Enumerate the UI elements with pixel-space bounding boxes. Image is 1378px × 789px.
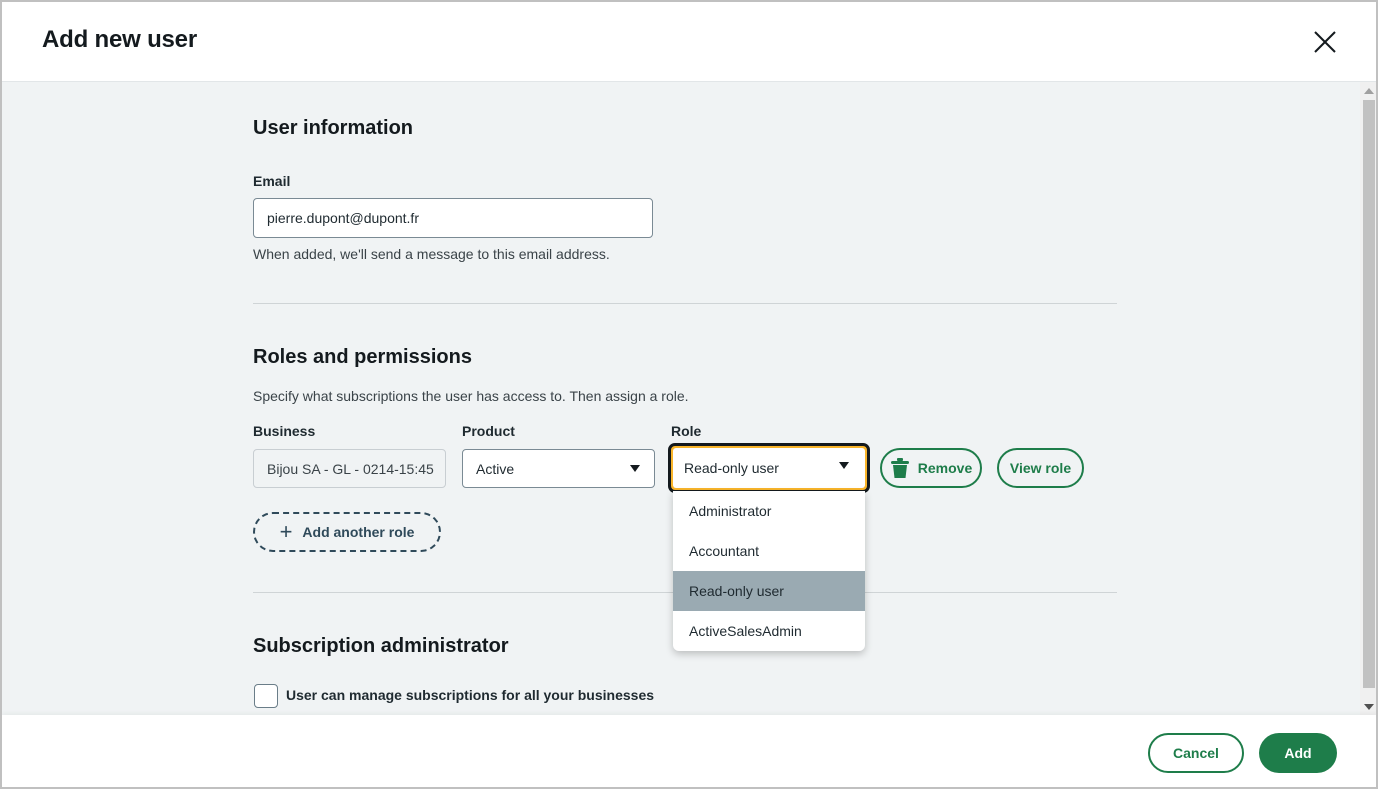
scroll-down-arrow-icon[interactable] — [1364, 704, 1374, 710]
role-select-inner: Read-only user — [673, 448, 865, 488]
view-role-label: View role — [1009, 460, 1072, 476]
cancel-button[interactable]: Cancel — [1148, 733, 1244, 773]
product-select[interactable]: Active — [462, 449, 655, 488]
add-another-role-label: Add another role — [302, 524, 415, 540]
close-button[interactable] — [1310, 27, 1340, 57]
email-label: Email — [253, 173, 291, 189]
product-value: Active — [476, 460, 515, 477]
add-another-role-button[interactable]: + Add another role — [253, 512, 441, 552]
add-user-dialog: Add new user User information Email pier… — [0, 0, 1378, 789]
role-select[interactable]: Read-only user — [668, 443, 870, 493]
remove-role-button[interactable]: Remove — [880, 448, 982, 488]
role-option-activesalesadmin[interactable]: ActiveSalesAdmin — [673, 611, 865, 651]
chevron-down-icon — [630, 465, 640, 472]
dialog-content: User information Email pierre.dupont@dup… — [2, 82, 1360, 715]
business-value: Bijou SA - GL - 0214-15:45 — [267, 460, 434, 477]
dialog-title: Add new user — [42, 26, 197, 53]
manage-subscriptions-label[interactable]: User can manage subscriptions for all yo… — [286, 687, 654, 703]
business-field: Bijou SA - GL - 0214-15:45 — [253, 449, 446, 488]
trash-icon — [890, 458, 909, 478]
role-value: Read-only user — [684, 460, 779, 476]
close-icon — [1314, 31, 1336, 53]
vertical-scrollbar[interactable] — [1360, 82, 1376, 715]
plus-icon: + — [279, 519, 293, 544]
role-option-administrator[interactable]: Administrator — [673, 491, 865, 531]
subscription-admin-heading: Subscription administrator — [253, 635, 509, 657]
role-dropdown-menu: Administrator Accountant Read-only user … — [673, 491, 865, 651]
add-button[interactable]: Add — [1259, 733, 1337, 773]
role-option-accountant[interactable]: Accountant — [673, 531, 865, 571]
dialog-header: Add new user — [2, 2, 1376, 82]
role-label: Role — [671, 423, 702, 439]
scroll-up-arrow-icon[interactable] — [1364, 88, 1374, 94]
dialog-footer: Cancel Add — [2, 715, 1376, 787]
role-option-read-only-user[interactable]: Read-only user — [673, 571, 865, 611]
manage-subscriptions-checkbox[interactable] — [254, 684, 278, 708]
scrollbar-thumb[interactable] — [1363, 100, 1375, 688]
roles-description: Specify what subscriptions the user has … — [253, 388, 689, 404]
business-label: Business — [253, 423, 316, 439]
email-value: pierre.dupont@dupont.fr — [267, 210, 419, 226]
section-divider — [253, 303, 1117, 304]
product-label: Product — [462, 423, 515, 439]
user-information-heading: User information — [253, 117, 414, 139]
email-field[interactable]: pierre.dupont@dupont.fr — [253, 198, 653, 238]
remove-label: Remove — [917, 460, 973, 476]
email-help-text: When added, we'll send a message to this… — [253, 246, 610, 262]
roles-heading: Roles and permissions — [253, 346, 472, 368]
view-role-button[interactable]: View role — [997, 448, 1084, 488]
chevron-down-icon — [839, 462, 849, 469]
